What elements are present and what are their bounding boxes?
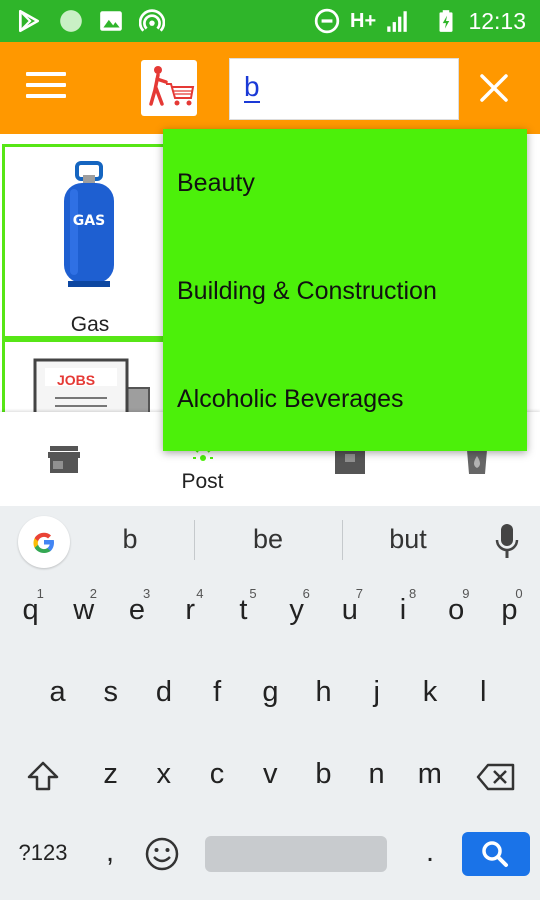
app-bar: b — [0, 42, 540, 134]
app-logo[interactable] — [141, 60, 197, 116]
suggestion-beauty[interactable]: Beauty — [163, 129, 527, 237]
key-hint: 9 — [462, 586, 470, 601]
key-g[interactable]: g — [244, 676, 297, 709]
key-d[interactable]: d — [137, 676, 190, 709]
close-icon[interactable] — [478, 72, 510, 104]
battery-icon — [439, 10, 453, 32]
key-hint: 6 — [302, 586, 310, 601]
key-n[interactable]: n — [350, 758, 403, 791]
microphone-icon[interactable] — [494, 522, 520, 560]
key-p[interactable]: p — [483, 594, 536, 627]
shift-icon[interactable] — [26, 760, 60, 792]
play-store-icon — [18, 9, 40, 33]
key-t[interactable]: t — [217, 594, 270, 627]
key-j[interactable]: j — [350, 676, 403, 709]
emoji-icon[interactable] — [144, 836, 180, 872]
suggestion-building-construction[interactable]: Building & Construction — [163, 237, 527, 345]
suggestion-dropdown: Beauty Building & Construction Alcoholic… — [163, 129, 527, 451]
svg-text:GAS: GAS — [73, 213, 105, 229]
key-l[interactable]: l — [457, 676, 510, 709]
keyboard-suggestion-bar: b be but — [0, 506, 540, 576]
key-z[interactable]: z — [84, 758, 137, 791]
hotspot-icon — [139, 9, 165, 32]
suggestion-word-1[interactable]: b — [110, 524, 150, 555]
circle-icon — [60, 10, 82, 32]
key-hint: 7 — [355, 586, 364, 601]
suggestion-word-2[interactable]: be — [238, 524, 298, 555]
suggestion-divider — [194, 520, 195, 560]
key-h[interactable]: h — [297, 676, 350, 709]
key-a[interactable]: a — [31, 676, 84, 709]
comma-key[interactable]: , — [98, 836, 122, 869]
key-x[interactable]: x — [137, 758, 190, 791]
shopping-cart-logo-icon — [149, 66, 195, 106]
key-m[interactable]: m — [403, 758, 456, 791]
key-hint: 5 — [249, 586, 257, 601]
nav-post-label: Post — [181, 470, 224, 493]
nav-store[interactable] — [0, 412, 135, 506]
suggestion-word-3[interactable]: but — [378, 524, 438, 555]
key-hint: 3 — [143, 586, 151, 601]
key-y[interactable]: y — [270, 594, 323, 627]
key-hint: 4 — [196, 586, 204, 601]
key-hint: 2 — [89, 586, 98, 601]
key-f[interactable]: f — [191, 676, 244, 709]
status-bar: H+ 12:13 — [0, 0, 540, 42]
store-icon — [48, 446, 80, 473]
key-hint: 8 — [409, 586, 417, 601]
key-hint: 0 — [515, 586, 523, 601]
period-key[interactable]: . — [418, 836, 442, 869]
image-icon — [100, 11, 122, 31]
network-type: H+ — [350, 10, 377, 32]
key-u[interactable]: u — [323, 594, 376, 627]
key-s[interactable]: s — [84, 676, 137, 709]
google-icon[interactable] — [18, 516, 70, 568]
key-i[interactable]: i — [376, 594, 429, 627]
symbols-key[interactable]: ?123 — [12, 840, 74, 866]
search-icon — [482, 841, 508, 867]
key-r[interactable]: r — [164, 594, 217, 627]
suggestion-alcoholic-beverages[interactable]: Alcoholic Beverages — [163, 345, 527, 453]
key-o[interactable]: o — [430, 594, 483, 627]
key-c[interactable]: c — [190, 758, 243, 791]
key-k[interactable]: k — [403, 676, 456, 709]
suggestion-divider — [342, 520, 343, 560]
signal-icon — [387, 11, 407, 32]
space-key[interactable] — [205, 836, 387, 872]
do-not-disturb-icon — [314, 8, 340, 34]
key-hint: 1 — [36, 586, 44, 601]
search-input-value: b — [244, 71, 260, 103]
jobs-sign: JOBS — [57, 372, 96, 388]
backspace-icon[interactable] — [476, 763, 516, 791]
category-gas-label: Gas — [70, 313, 110, 336]
key-e[interactable]: e — [110, 594, 163, 627]
clock: 12:13 — [468, 8, 526, 34]
keyboard: b be but q1w2e3r4t5y6u7i8o9p0 asdfghjkl zx… — [0, 506, 540, 900]
key-b[interactable]: b — [297, 758, 350, 791]
menu-icon[interactable] — [26, 72, 66, 106]
search-input[interactable]: b — [229, 58, 459, 120]
key-q[interactable]: q — [4, 594, 57, 627]
category-gas[interactable]: GAS Gas — [2, 144, 172, 339]
search-key[interactable] — [462, 832, 530, 876]
key-v[interactable]: v — [244, 758, 297, 791]
gas-cylinder-icon: GAS — [64, 161, 114, 287]
key-w[interactable]: w — [57, 594, 110, 627]
